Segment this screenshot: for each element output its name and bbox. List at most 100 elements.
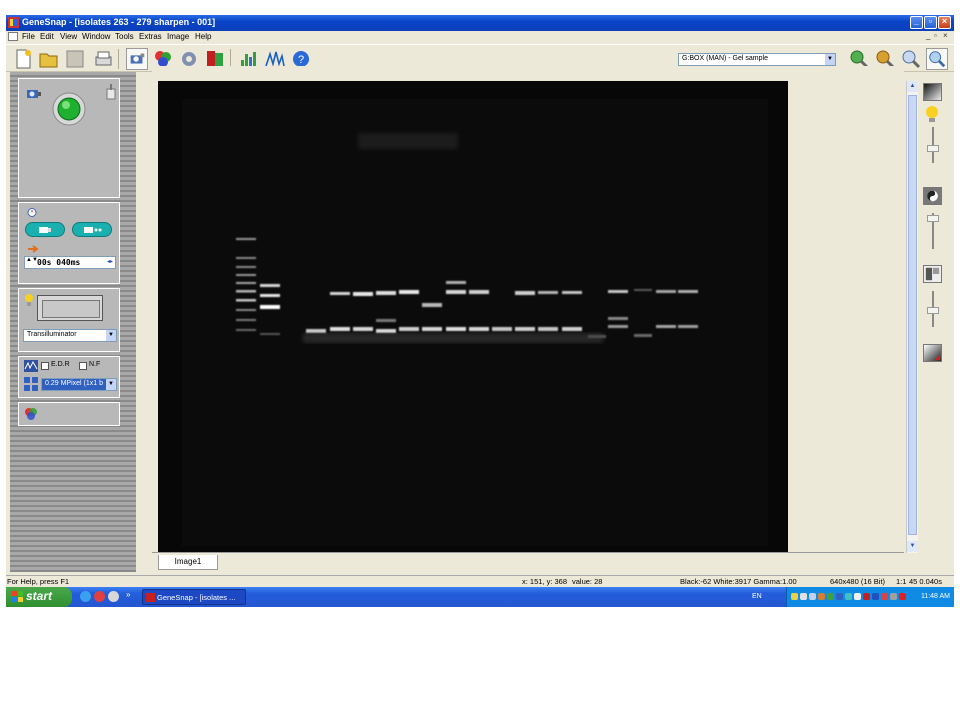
vertical-scrollbar[interactable]: ▲ ▼ xyxy=(906,81,918,553)
capture-options-section: E.D.R N.F 0.29 MPixel (1x1 b ▼ xyxy=(18,356,120,398)
exposure-time-field[interactable]: ▲▼ 00s 040ms ◂▸ xyxy=(24,256,116,269)
tray-icon[interactable] xyxy=(809,593,816,600)
new-icon[interactable] xyxy=(12,48,34,70)
gamma-slider-thumb[interactable] xyxy=(927,215,939,222)
resolution-select[interactable]: 0.29 MPixel (1x1 b ▼ xyxy=(41,378,117,391)
capture-icon[interactable] xyxy=(126,48,148,70)
mdi-minimize-icon[interactable]: _ xyxy=(926,31,930,40)
internet-explorer-icon[interactable] xyxy=(80,591,91,602)
menu-extras[interactable]: Extras xyxy=(139,32,162,41)
print-icon[interactable] xyxy=(92,48,114,70)
chevron-down-icon[interactable]: ▼ xyxy=(106,379,116,390)
levels-icon[interactable] xyxy=(923,265,942,283)
tray-icon[interactable] xyxy=(818,593,825,600)
waveform-icon xyxy=(24,360,38,372)
exposure-section: ▲▼ 00s 040ms ◂▸ xyxy=(18,202,120,284)
invert-icon[interactable] xyxy=(923,344,942,362)
gamma-icon[interactable] xyxy=(923,187,942,205)
scroll-down-icon[interactable]: ▼ xyxy=(907,541,918,552)
tray-icon[interactable] xyxy=(845,593,852,600)
chevron-down-icon[interactable]: ▼ xyxy=(106,330,116,341)
genesnap-app-icon xyxy=(8,17,19,28)
exposure-time-value: 00s 040ms xyxy=(37,258,81,267)
open-icon[interactable] xyxy=(38,48,60,70)
edr-checkbox[interactable] xyxy=(41,362,49,370)
gel-band xyxy=(353,292,373,296)
gel-band xyxy=(634,289,652,291)
auto-exposure-button[interactable] xyxy=(25,222,65,237)
language-indicator[interactable]: EN xyxy=(752,593,762,600)
lamp-icon[interactable] xyxy=(105,83,117,101)
scrollbar-thumb[interactable] xyxy=(908,95,917,535)
gel-band xyxy=(515,327,535,331)
tray-icon[interactable] xyxy=(800,593,807,600)
light-source-value: Transilluminator xyxy=(27,331,77,338)
color-section xyxy=(18,402,120,426)
gel-band xyxy=(376,319,396,322)
menu-file[interactable]: File xyxy=(22,32,35,41)
gel-smear xyxy=(303,333,603,343)
menu-window[interactable]: Window xyxy=(82,32,110,41)
media-player-icon[interactable] xyxy=(94,591,105,602)
gel-band xyxy=(538,327,558,331)
tray-icon[interactable] xyxy=(890,593,897,600)
genesnap-app-icon xyxy=(146,593,155,602)
source-select-value: G:BOX (MAN) - Gel sample xyxy=(682,55,768,62)
contrast-icon[interactable] xyxy=(923,83,942,101)
gel-band xyxy=(562,327,582,331)
gel-band xyxy=(353,327,373,331)
brightness-bulb-icon[interactable] xyxy=(924,105,940,123)
tray-icon[interactable] xyxy=(872,593,879,600)
document-tab-bar: Image1 xyxy=(152,552,904,572)
document-icon[interactable] xyxy=(8,32,18,41)
title-bar[interactable]: GeneSnap - [isolates 263 - 279 sharpen -… xyxy=(6,15,954,31)
light-source-select[interactable]: Transilluminator ▼ xyxy=(23,329,117,342)
menu-tools[interactable]: Tools xyxy=(115,32,134,41)
restore-button[interactable]: ▫ xyxy=(924,16,937,29)
menu-image[interactable]: Image xyxy=(167,32,189,41)
close-button[interactable]: × xyxy=(938,16,951,29)
mdi-close-icon[interactable]: × xyxy=(943,31,948,40)
gel-band xyxy=(469,290,489,294)
start-button[interactable]: start xyxy=(6,587,72,607)
tray-icon[interactable] xyxy=(863,593,870,600)
quicklaunch-icon[interactable] xyxy=(108,591,119,602)
source-select[interactable]: G:BOX (MAN) - Gel sample ▼ xyxy=(678,53,836,66)
scroll-up-icon[interactable]: ▲ xyxy=(907,81,918,92)
menu-edit[interactable]: Edit xyxy=(40,32,54,41)
menu-view[interactable]: View xyxy=(60,32,77,41)
brightness-slider-thumb[interactable] xyxy=(927,145,939,152)
taskbar-genesnap-button[interactable]: GeneSnap - [isolates ... xyxy=(142,589,246,605)
quicklaunch-expand-icon[interactable]: » xyxy=(126,590,130,599)
save-icon[interactable] xyxy=(64,48,86,70)
gel-band xyxy=(608,317,628,320)
gel-band xyxy=(422,327,442,331)
nf-checkbox[interactable] xyxy=(79,362,87,370)
color-wheel-icon[interactable] xyxy=(24,407,38,421)
gel-band xyxy=(538,291,558,294)
capture-button-icon[interactable] xyxy=(51,91,87,127)
tray-icon[interactable] xyxy=(827,593,834,600)
zoom-actual-icon[interactable] xyxy=(926,48,948,70)
manual-exposure-button[interactable] xyxy=(72,222,112,237)
mdi-restore-icon[interactable]: ▫ xyxy=(934,31,937,40)
camera-icon[interactable] xyxy=(26,87,42,101)
transilluminator-image[interactable] xyxy=(37,295,103,321)
close-icon: × xyxy=(941,16,948,26)
menu-help[interactable]: Help xyxy=(195,32,211,41)
gel-image[interactable] xyxy=(158,81,788,552)
tray-icon[interactable] xyxy=(854,593,861,600)
tray-icon[interactable] xyxy=(881,593,888,600)
spin-leftright-icon[interactable]: ◂▸ xyxy=(107,258,113,265)
status-help: For Help, press F1 xyxy=(7,577,70,586)
tab-image1[interactable]: Image1 xyxy=(158,555,218,570)
tray-icon[interactable] xyxy=(791,593,798,600)
status-coordinates: x: 151, y: 368 xyxy=(522,577,568,586)
levels-slider-thumb[interactable] xyxy=(927,307,939,314)
tray-icon[interactable] xyxy=(899,593,906,600)
gel-band xyxy=(515,291,535,295)
minimize-button[interactable]: _ xyxy=(910,16,923,29)
chevron-down-icon[interactable]: ▼ xyxy=(825,54,835,65)
tray-icon[interactable] xyxy=(836,593,843,600)
gel-band xyxy=(422,303,442,307)
